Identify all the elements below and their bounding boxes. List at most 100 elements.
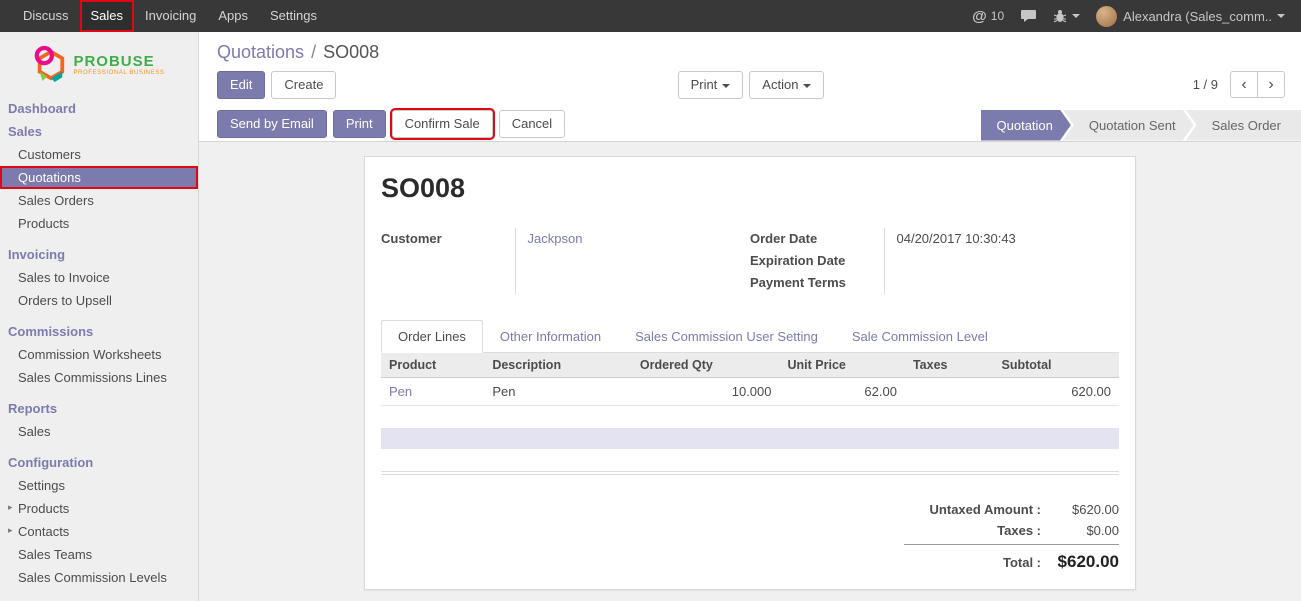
table-body: PenPen10.00062.00620.00 — [381, 377, 1119, 405]
table-header-row: ProductDescriptionOrdered QtyUnit PriceT… — [381, 353, 1119, 378]
sidebar-item-sales-orders[interactable]: Sales Orders — [0, 189, 198, 212]
sidebar-item-label: Quotations — [18, 170, 81, 185]
sidebar-item-label: Products — [18, 216, 69, 231]
logo-subtitle: PROFESSIONAL BUSINESS — [73, 70, 164, 76]
sidebar-heading-commissions[interactable]: Commissions — [0, 320, 198, 343]
sidebar-item-customers[interactable]: Customers — [0, 143, 198, 166]
logo-text: PROBUSE PROFESSIONAL BUSINESS — [73, 54, 164, 77]
submenu-arrow-icon: ▸ — [8, 525, 13, 536]
cell-product: Pen — [381, 377, 484, 405]
sidebar-heading-reports[interactable]: Reports — [0, 397, 198, 420]
probuse-logo: PROBUSE PROFESSIONAL BUSINESS — [0, 32, 198, 95]
column-header-ordered-qty[interactable]: Ordered Qty — [632, 353, 780, 378]
breadcrumb-parent-link[interactable]: Quotations — [217, 42, 304, 62]
payment-terms-row: Payment Terms — [750, 272, 1119, 294]
chat-icon — [1020, 9, 1037, 23]
field-groups: Customer Jackpson Order Date 04/20/2017 … — [381, 228, 1119, 294]
topbar-menu-apps[interactable]: Apps — [207, 0, 259, 32]
column-header-unit-price[interactable]: Unit Price — [780, 353, 905, 378]
sidebar-heading-sales[interactable]: Sales — [0, 120, 198, 143]
sidebar-item-label: Customers — [18, 147, 81, 162]
sidebar-item-sales[interactable]: Sales — [0, 420, 198, 443]
sidebar-item-label: Sales Orders — [18, 193, 94, 208]
topbar-menu-discuss[interactable]: Discuss — [12, 0, 80, 32]
breadcrumb-current: SO008 — [323, 42, 379, 62]
edit-button[interactable]: Edit — [217, 71, 265, 99]
total-taxes: Taxes :$0.00 — [904, 520, 1119, 541]
sidebar-item-sales-commission-levels[interactable]: Sales Commission Levels — [0, 566, 198, 589]
bug-icon — [1053, 9, 1067, 23]
sidebar-item-sales-teams[interactable]: Sales Teams — [0, 543, 198, 566]
submenu-arrow-icon: ▸ — [8, 502, 13, 513]
cell-taxes — [905, 377, 994, 405]
user-menu[interactable]: Alexandra (Sales_comm.. — [1088, 0, 1293, 32]
sidebar: PROBUSE PROFESSIONAL BUSINESS DashboardS… — [0, 32, 199, 601]
topbar-menu-sales[interactable]: Sales — [80, 0, 135, 32]
sidebar-item-orders-to-upsell[interactable]: Orders to Upsell — [0, 289, 198, 312]
print-menu-button[interactable]: Print — [678, 71, 744, 99]
logo-title: PROBUSE — [73, 54, 164, 71]
sidebar-item-products[interactable]: Products — [0, 212, 198, 235]
messages-button[interactable] — [1012, 0, 1045, 32]
print-button[interactable]: Print — [333, 110, 386, 138]
sidebar-item-sales-to-invoice[interactable]: Sales to Invoice — [0, 266, 198, 289]
sidebar-item-label: Settings — [18, 478, 65, 493]
column-header-product[interactable]: Product — [381, 353, 484, 378]
customer-value[interactable]: Jackpson — [515, 228, 750, 294]
sidebar-item-commission-worksheets[interactable]: Commission Worksheets — [0, 343, 198, 366]
notebook-tabs: Order LinesOther InformationSales Commis… — [381, 320, 1119, 353]
total-label: Taxes : — [997, 523, 1041, 538]
sidebar-heading-configuration[interactable]: Configuration — [0, 451, 198, 474]
pager-text: 1 / 9 — [1193, 77, 1218, 92]
create-button[interactable]: Create — [271, 71, 336, 99]
tab-sales-commission-user-setting[interactable]: Sales Commission User Setting — [618, 320, 835, 353]
status-step-sales-order[interactable]: Sales Order — [1186, 110, 1301, 141]
sidebar-item-sales-commissions-lines[interactable]: Sales Commissions Lines — [0, 366, 198, 389]
sidebar-item-contacts[interactable]: ▸Contacts — [0, 520, 198, 543]
total-label: Total : — [1003, 555, 1041, 570]
action-row: Send by EmailPrintConfirm SaleCancel Quo… — [199, 108, 1301, 141]
control-buttons-row: Edit Create Print Action 1 / 9 ‹ › — [199, 71, 1301, 108]
sidebar-item-quotations[interactable]: Quotations — [0, 166, 198, 189]
sidebar-item-label: Sales Commissions Lines — [18, 370, 167, 385]
tab-other-information[interactable]: Other Information — [483, 320, 618, 353]
total-value: $620.00 — [1055, 502, 1119, 517]
pager-previous-button[interactable]: ‹ — [1230, 71, 1258, 98]
mentions-button[interactable]: @ 10 — [964, 0, 1012, 32]
app-body: PROBUSE PROFESSIONAL BUSINESS DashboardS… — [0, 32, 1301, 601]
column-header-description[interactable]: Description — [484, 353, 632, 378]
expiration-date-label: Expiration Date — [750, 250, 884, 272]
send-by-email-button[interactable]: Send by Email — [217, 110, 327, 138]
order-title: SO008 — [381, 173, 1119, 204]
sidebar-heading-invoicing[interactable]: Invoicing — [0, 243, 198, 266]
debug-menu-button[interactable] — [1045, 0, 1088, 32]
confirm-sale-button[interactable]: Confirm Sale — [392, 110, 493, 138]
pager-next-button[interactable]: › — [1257, 71, 1285, 98]
tab-sale-commission-level[interactable]: Sale Commission Level — [835, 320, 1005, 353]
expiration-date-row: Expiration Date — [750, 250, 1119, 272]
tab-order-lines[interactable]: Order Lines — [381, 320, 483, 353]
breadcrumb: Quotations / SO008 — [199, 40, 1301, 71]
sidebar-nav: DashboardSalesCustomersQuotationsSales O… — [0, 97, 198, 589]
empty-line-placeholder — [381, 428, 1119, 449]
sidebar-item-label: Sales to Invoice — [18, 270, 110, 285]
topbar-menu-invoicing[interactable]: Invoicing — [134, 0, 207, 32]
topbar-menu-settings[interactable]: Settings — [259, 0, 328, 32]
order-date-value: 04/20/2017 10:30:43 — [884, 228, 1119, 250]
sidebar-heading-dashboard[interactable]: Dashboard — [0, 97, 198, 120]
cancel-button[interactable]: Cancel — [499, 110, 565, 138]
mention-count: 10 — [991, 9, 1004, 23]
probuse-logo-icon — [33, 45, 67, 85]
sidebar-item-label: Products — [18, 501, 69, 516]
status-step-quotation-sent[interactable]: Quotation Sent — [1063, 110, 1194, 141]
column-header-subtotal[interactable]: Subtotal — [994, 353, 1120, 378]
action-menu-button[interactable]: Action — [749, 71, 824, 99]
sidebar-item-products[interactable]: ▸ Products — [0, 497, 198, 520]
column-header-taxes[interactable]: Taxes — [905, 353, 994, 378]
sidebar-item-settings[interactable]: Settings — [0, 474, 198, 497]
order-date-row: Order Date 04/20/2017 10:30:43 — [750, 228, 1119, 250]
table-row[interactable]: PenPen10.00062.00620.00 — [381, 377, 1119, 405]
customer-label: Customer — [381, 228, 515, 294]
status-step-quotation[interactable]: Quotation — [981, 110, 1071, 141]
total-value: $620.00 — [1055, 552, 1119, 572]
